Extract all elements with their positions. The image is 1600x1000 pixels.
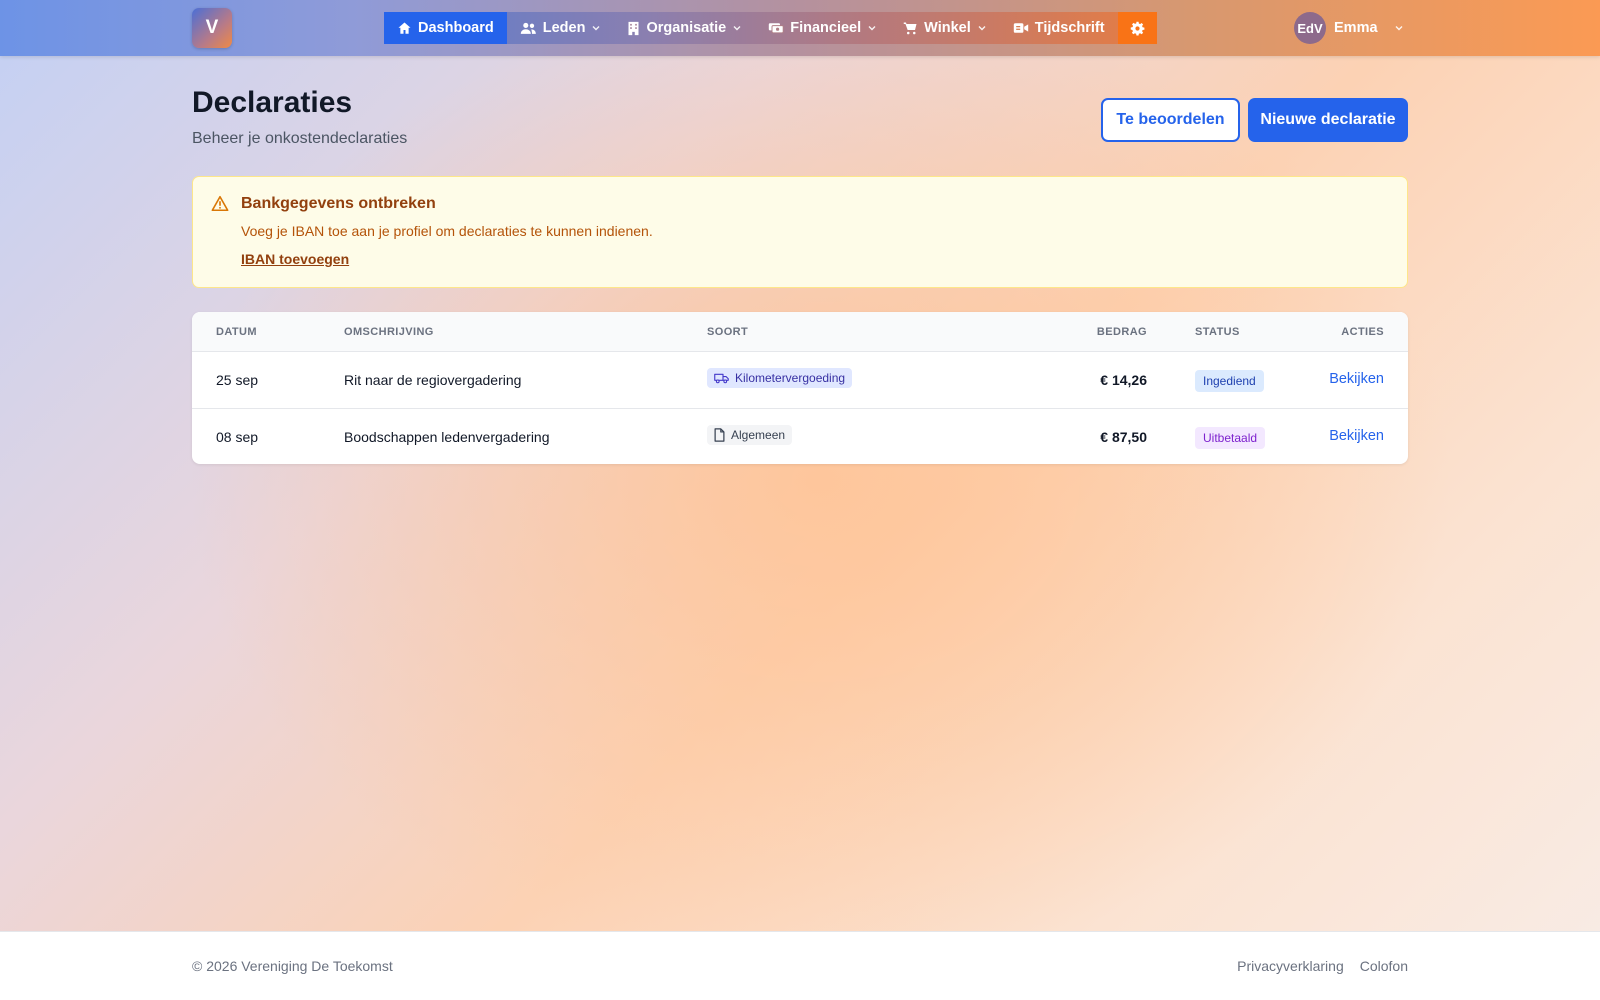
nav-item-label: Organisatie xyxy=(646,20,727,36)
top-navigation-bar: V Dashboard Leden Organisatie Financieel… xyxy=(0,0,1600,56)
copyright-text: © 2026 Vereniging De Toekomst xyxy=(192,958,393,974)
app-logo[interactable]: V xyxy=(192,8,232,48)
row-amount: € 14,26 xyxy=(1100,372,1147,388)
column-header-status: Status xyxy=(1195,326,1240,338)
column-header-amount: Bedrag xyxy=(1096,326,1147,338)
colofon-link[interactable]: Colofon xyxy=(1360,958,1408,974)
page-subtitle: Beheer je onkostendeclaraties xyxy=(192,130,408,147)
nav-item-tijdschrift[interactable]: Tijdschrift xyxy=(1000,12,1118,44)
chevron-down-icon xyxy=(1395,26,1403,31)
warning-icon xyxy=(211,195,229,212)
table-row: 25 sep Rit naar de regiovergadering Kilo… xyxy=(192,353,1408,409)
user-name: Emma xyxy=(1334,20,1378,36)
status-badge: Uitbetaald xyxy=(1195,427,1266,449)
add-iban-link[interactable]: IBAN toevoegen xyxy=(241,251,349,267)
column-header-actions: Acties xyxy=(1341,326,1384,338)
column-header-type: Soort xyxy=(707,326,749,338)
footer-links: Privacyverklaring Colofon xyxy=(1237,958,1408,974)
type-label: Kilometervergoeding xyxy=(735,371,846,385)
building-icon xyxy=(628,21,639,35)
avatar: EdV xyxy=(1294,12,1326,44)
truck-icon xyxy=(714,373,729,384)
column-header-date: Datum xyxy=(216,326,257,338)
declarations-table: Datum Omschrijving Soort Bedrag Status A… xyxy=(192,312,1408,464)
nav-item-label: Financieel xyxy=(790,20,862,36)
nav-item-leden[interactable]: Leden xyxy=(507,12,615,44)
video-icon xyxy=(1013,23,1028,33)
nav-item-organisatie[interactable]: Organisatie xyxy=(614,12,755,44)
missing-bank-details-alert: Bankgegevens ontbreken Voeg je IBAN toe … xyxy=(192,176,1408,288)
row-date: 25 sep xyxy=(216,372,259,388)
row-amount: € 87,50 xyxy=(1100,429,1147,445)
nav-item-dashboard[interactable]: Dashboard xyxy=(384,12,507,44)
money-icon xyxy=(769,23,784,34)
row-date: 08 sep xyxy=(216,429,259,445)
chevron-down-icon xyxy=(592,26,600,31)
users-icon xyxy=(520,22,536,34)
home-icon xyxy=(398,22,411,34)
nav-item-label: Winkel xyxy=(924,20,971,36)
document-icon xyxy=(714,428,725,442)
view-link[interactable]: Bekijken xyxy=(1329,428,1384,444)
chevron-down-icon xyxy=(733,26,741,31)
cart-icon xyxy=(903,22,917,34)
nav-item-label: Leden xyxy=(542,20,586,36)
user-menu[interactable]: EdV Emma xyxy=(1294,12,1404,44)
type-label: Algemeen xyxy=(731,428,786,442)
gear-icon xyxy=(1130,21,1144,36)
new-declaration-button[interactable]: Nieuwe declaratie xyxy=(1248,98,1408,142)
page-footer: © 2026 Vereniging De Toekomst Privacyver… xyxy=(0,931,1600,1000)
chevron-down-icon xyxy=(868,26,876,31)
nav-item-financieel[interactable]: Financieel xyxy=(755,12,890,44)
row-description: Rit naar de regiovergadering xyxy=(344,372,522,388)
nav-item-label: Dashboard xyxy=(418,20,494,36)
chevron-down-icon xyxy=(978,26,986,31)
view-link[interactable]: Bekijken xyxy=(1329,371,1384,387)
review-button[interactable]: Te beoordelen xyxy=(1101,98,1240,142)
nav-item-label: Tijdschrift xyxy=(1034,20,1105,36)
alert-title: Bankgegevens ontbreken xyxy=(241,195,436,212)
table-header: Datum Omschrijving Soort Bedrag Status A… xyxy=(192,312,1408,352)
settings-button[interactable] xyxy=(1117,12,1157,44)
column-header-description: Omschrijving xyxy=(344,326,434,338)
page-title: Declaraties xyxy=(192,86,353,119)
row-description: Boodschappen ledenvergadering xyxy=(344,429,550,445)
type-badge: Algemeen xyxy=(707,425,793,445)
table-row: 08 sep Boodschappen ledenvergadering Alg… xyxy=(192,410,1408,464)
alert-text: Voeg je IBAN toe aan je profiel om decla… xyxy=(241,223,653,239)
nav-item-winkel[interactable]: Winkel xyxy=(890,12,1000,44)
status-badge: Ingediend xyxy=(1195,370,1264,392)
privacy-link[interactable]: Privacyverklaring xyxy=(1237,958,1344,974)
main-navigation: Dashboard Leden Organisatie Financieel W… xyxy=(384,12,1157,44)
type-badge: Kilometervergoeding xyxy=(707,368,853,388)
